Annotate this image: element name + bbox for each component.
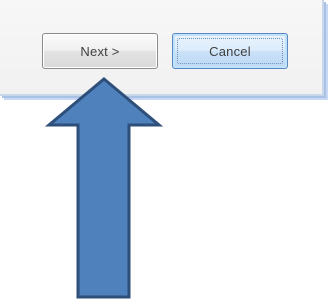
- up-arrow-shape: [44, 77, 164, 299]
- screenshot-stage: Next > Cancel: [0, 0, 328, 299]
- up-arrow-icon: [44, 77, 164, 299]
